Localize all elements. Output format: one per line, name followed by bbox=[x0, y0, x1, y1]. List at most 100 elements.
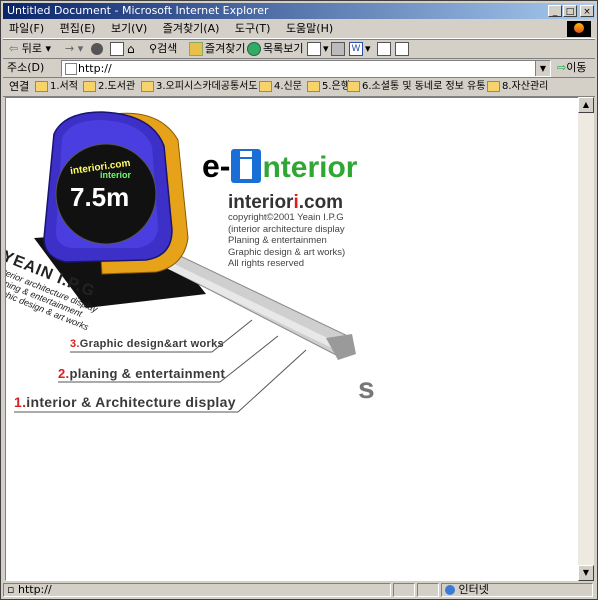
link-item[interactable]: 1.서적 bbox=[35, 79, 78, 95]
link-item[interactable]: 3.오피시스카데공통서도 bbox=[141, 79, 258, 95]
nav-number: 2. bbox=[58, 366, 70, 381]
discuss-button[interactable] bbox=[377, 41, 393, 57]
nav-graphic-design[interactable]: 3.Graphic design&art works bbox=[70, 338, 224, 350]
favorites-icon bbox=[189, 42, 203, 56]
nav-planning[interactable]: 2.planing & entertainment bbox=[58, 366, 225, 381]
links-label: 연결 bbox=[9, 80, 30, 93]
address-input[interactable]: http:// ▼ bbox=[61, 60, 551, 77]
maximize-button[interactable]: □ bbox=[563, 5, 577, 17]
status-panel bbox=[393, 583, 415, 597]
refresh-button[interactable] bbox=[110, 41, 126, 57]
i-logo-icon bbox=[231, 149, 262, 183]
search-label: 검색 bbox=[157, 42, 178, 55]
status-page-icon: ▫ bbox=[7, 583, 15, 596]
menu-view[interactable]: 보기(V) bbox=[105, 20, 153, 38]
address-value: http:// bbox=[78, 62, 112, 75]
print-icon bbox=[331, 42, 345, 56]
domain-name: interiori.com bbox=[228, 192, 343, 214]
nav-interior-architecture[interactable]: 1.interior & Architecture display bbox=[14, 394, 236, 410]
browser-window: Untitled Document - Microsoft Internet E… bbox=[0, 0, 598, 600]
print-button[interactable] bbox=[331, 41, 347, 57]
e-interior-logo: e-nterior bbox=[202, 148, 357, 185]
close-button[interactable]: × bbox=[580, 5, 594, 17]
link-label: 2.도서관 bbox=[98, 81, 136, 92]
page-viewport: interiori.com 7.5m interior YEAIN I.P.G … bbox=[5, 97, 579, 581]
link-item[interactable]: 4.신문 bbox=[259, 79, 302, 95]
menu-bar: 파일(F) 편집(E) 보기(V) 즐겨찾기(A) 도구(T) 도움말(H) bbox=[3, 20, 595, 39]
messenger-button[interactable] bbox=[395, 41, 411, 57]
word-icon: W bbox=[349, 42, 363, 56]
address-dropdown-icon[interactable]: ▼ bbox=[535, 61, 550, 76]
folder-icon bbox=[83, 80, 96, 92]
scroll-up-icon[interactable]: ▲ bbox=[578, 97, 594, 113]
domain-part: .com bbox=[298, 192, 344, 213]
tape-size-text: 7.5m bbox=[70, 182, 130, 212]
home-button[interactable]: ⌂ bbox=[127, 41, 135, 57]
menu-favorites[interactable]: 즐겨찾기(A) bbox=[157, 20, 226, 38]
messenger-icon bbox=[395, 42, 409, 56]
mail-button[interactable]: ▾ bbox=[307, 41, 329, 57]
favorites-button[interactable]: 즐겨찾기 bbox=[189, 41, 245, 57]
folder-icon bbox=[35, 80, 48, 92]
stop-button[interactable] bbox=[91, 41, 105, 57]
status-zone: 인터넷 bbox=[458, 583, 489, 596]
logo-e: e- bbox=[202, 148, 231, 184]
internet-globe-icon bbox=[445, 585, 455, 595]
back-arrow-icon: ⇦ bbox=[9, 42, 19, 55]
tape-logo-text: interior bbox=[100, 170, 132, 180]
page-icon bbox=[65, 63, 77, 75]
menu-edit[interactable]: 편집(E) bbox=[54, 20, 102, 38]
vertical-scrollbar[interactable]: ▲ ▼ bbox=[578, 97, 594, 581]
history-label: 목록보기 bbox=[263, 42, 304, 55]
link-item[interactable]: 8.자산관리 bbox=[487, 79, 548, 95]
window-title: Untitled Document - Microsoft Internet E… bbox=[7, 4, 269, 17]
back-label: 뒤로 bbox=[21, 42, 42, 55]
link-label: 1.서적 bbox=[50, 81, 78, 92]
edit-button[interactable]: W ▾ bbox=[349, 41, 371, 57]
link-label: 6.소셜통 및 동네로 정보 유통 bbox=[362, 81, 486, 92]
go-arrow-icon: ⇨ bbox=[557, 61, 567, 74]
forward-arrow-icon: → bbox=[65, 42, 75, 55]
mail-icon bbox=[307, 42, 321, 56]
go-button[interactable]: ⇨이동 bbox=[557, 60, 586, 76]
folder-icon bbox=[307, 80, 320, 92]
folder-icon bbox=[259, 80, 272, 92]
scroll-down-icon[interactable]: ▼ bbox=[578, 565, 594, 581]
menu-help[interactable]: 도움말(H) bbox=[280, 20, 339, 38]
link-item[interactable]: 2.도서관 bbox=[83, 79, 135, 95]
status-text-panel: ▫ http:// bbox=[3, 583, 391, 597]
minimize-button[interactable]: _ bbox=[548, 5, 562, 17]
domain-part: interior bbox=[228, 192, 294, 213]
title-bar: Untitled Document - Microsoft Internet E… bbox=[3, 3, 595, 19]
link-item[interactable]: 6.소셜통 및 동네로 정보 유통 bbox=[347, 79, 485, 95]
nav-number: 1. bbox=[14, 394, 27, 410]
history-button[interactable]: 목록보기 bbox=[247, 41, 303, 57]
menu-tools[interactable]: 도구(T) bbox=[229, 20, 277, 38]
folder-icon bbox=[347, 80, 360, 92]
status-text: http:// bbox=[17, 583, 52, 596]
search-button[interactable]: ⚲검색 bbox=[149, 41, 177, 57]
address-bar: 주소(D) http:// ▼ ⇨이동 bbox=[3, 58, 595, 78]
credits-block: copyright©2001 Yeain I.P.G (interior arc… bbox=[228, 212, 345, 270]
folder-icon bbox=[141, 80, 154, 92]
link-label: 3.오피시스카데공통서도 bbox=[156, 81, 258, 92]
favorites-label: 즐겨찾기 bbox=[205, 42, 246, 55]
refresh-icon bbox=[110, 42, 124, 56]
link-label: 4.신문 bbox=[274, 81, 302, 92]
menu-file[interactable]: 파일(F) bbox=[3, 20, 50, 38]
address-label: 주소(D) bbox=[7, 61, 45, 74]
home-icon: ⌂ bbox=[127, 42, 135, 56]
back-button[interactable]: ⇦ 뒤로 ▾ bbox=[9, 41, 51, 57]
folder-icon bbox=[487, 80, 500, 92]
status-bar: ▫ http:// 인터넷 bbox=[3, 582, 595, 598]
go-label: 이동 bbox=[566, 61, 587, 74]
stop-icon bbox=[91, 43, 103, 55]
links-bar: 연결 1.서적 2.도서관 3.오피시스카데공통서도 4.신문 5.은행 6.소… bbox=[3, 77, 595, 97]
link-label: 8.자산관리 bbox=[502, 81, 549, 92]
forward-button[interactable]: → ▾ bbox=[65, 41, 83, 57]
link-item[interactable]: 5.은행 bbox=[307, 79, 350, 95]
text-fragment: s bbox=[358, 372, 375, 405]
credit-line: (interior architecture display bbox=[228, 223, 345, 235]
link-label: 5.은행 bbox=[322, 81, 350, 92]
standard-toolbar: ⇦ 뒤로 ▾ → ▾ ⌂ ⚲검색 즐겨찾기 목록보기 ▾ W ▾ bbox=[3, 39, 595, 59]
